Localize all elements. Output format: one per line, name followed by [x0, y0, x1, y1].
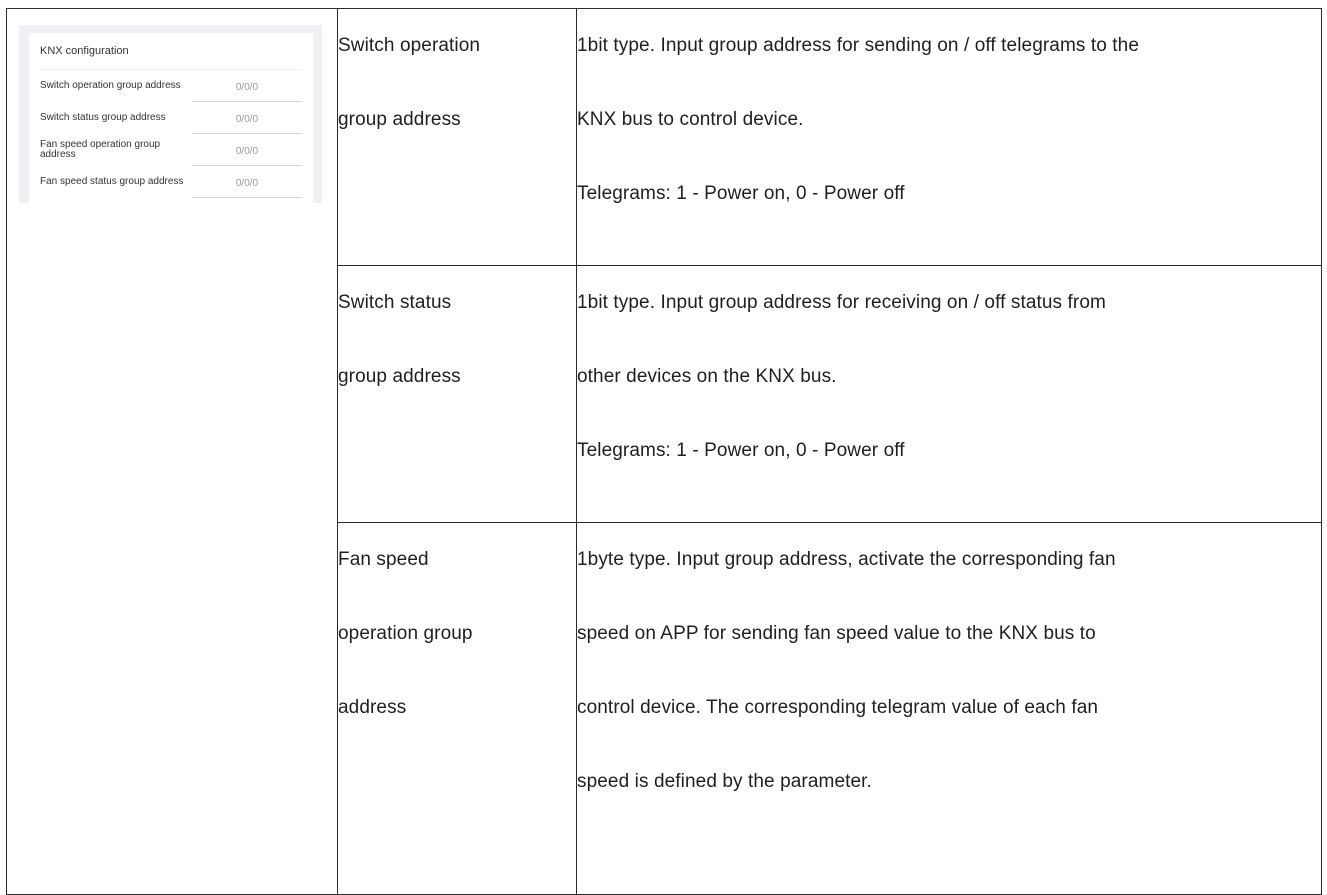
parameter-desc-line: 1byte type. Input group address, activat… [577, 549, 1116, 570]
parameter-desc-line: Telegrams: 1 - Power on, 0 - Power off [577, 183, 905, 204]
parameter-name-line: Switch operation [338, 35, 481, 56]
knx-config-card: KNX configuration Switch operation group… [29, 33, 313, 203]
parameter-desc-line: speed on APP for sending fan speed value… [577, 623, 1096, 644]
fan-speed-status-label: Fan speed status group address [40, 176, 184, 187]
fan-speed-operation-label: Fan speed operation group address [40, 139, 161, 160]
parameter-name-line: address [338, 697, 407, 718]
fan-speed-status-row: Fan speed status group address 0/0/0 [40, 166, 302, 198]
knx-config-title: KNX configuration [40, 33, 302, 70]
switch-operation-input[interactable]: 0/0/0 [192, 75, 302, 102]
fan-speed-operation-row: Fan speed operation group address 0/0/0 [40, 134, 302, 166]
switch-status-label: Switch status group address [40, 112, 166, 123]
parameter-table: KNX configuration Switch operation group… [6, 8, 1322, 895]
fan-speed-status-input[interactable]: 0/0/0 [192, 171, 302, 198]
screenshot-cell: KNX configuration Switch operation group… [6, 8, 338, 895]
parameter-name-cell: Fan speed operation group address [337, 522, 577, 895]
switch-status-input[interactable]: 0/0/0 [192, 107, 302, 134]
parameter-name-line: Switch status [338, 292, 452, 313]
app-screenshot: KNX configuration Switch operation group… [19, 25, 322, 203]
parameter-desc-line: control device. The corresponding telegr… [577, 697, 1099, 718]
parameter-desc-cell: 1byte type. Input group address, activat… [576, 522, 1322, 895]
parameter-desc-line: Telegrams: 1 - Power on, 0 - Power off [577, 440, 905, 461]
parameter-desc-line: 1bit type. Input group address for sendi… [577, 35, 1140, 56]
switch-status-row: Switch status group address 0/0/0 [40, 102, 302, 134]
parameter-desc-line: KNX bus to control device. [577, 109, 804, 130]
fan-speed-operation-input[interactable]: 0/0/0 [192, 139, 302, 166]
parameter-name-line: operation group [338, 623, 473, 644]
parameter-name-cell: Switch operation group address [337, 8, 577, 266]
parameter-desc-cell: 1bit type. Input group address for recei… [576, 265, 1322, 523]
parameter-desc-cell: 1bit type. Input group address for sendi… [576, 8, 1322, 266]
parameter-name-line: Fan speed [338, 549, 429, 570]
parameter-desc-line: 1bit type. Input group address for recei… [577, 292, 1106, 313]
table-row: KNX configuration Switch operation group… [6, 8, 1322, 895]
parameter-name-cell: Switch status group address [337, 265, 577, 523]
parameter-desc-line: speed is defined by the parameter. [577, 771, 872, 792]
switch-operation-row: Switch operation group address 0/0/0 [40, 70, 302, 102]
parameter-desc-line: other devices on the KNX bus. [577, 366, 837, 387]
parameter-name-line: group address [338, 366, 461, 387]
switch-operation-label: Switch operation group address [40, 80, 181, 91]
parameter-name-line: group address [338, 109, 461, 130]
